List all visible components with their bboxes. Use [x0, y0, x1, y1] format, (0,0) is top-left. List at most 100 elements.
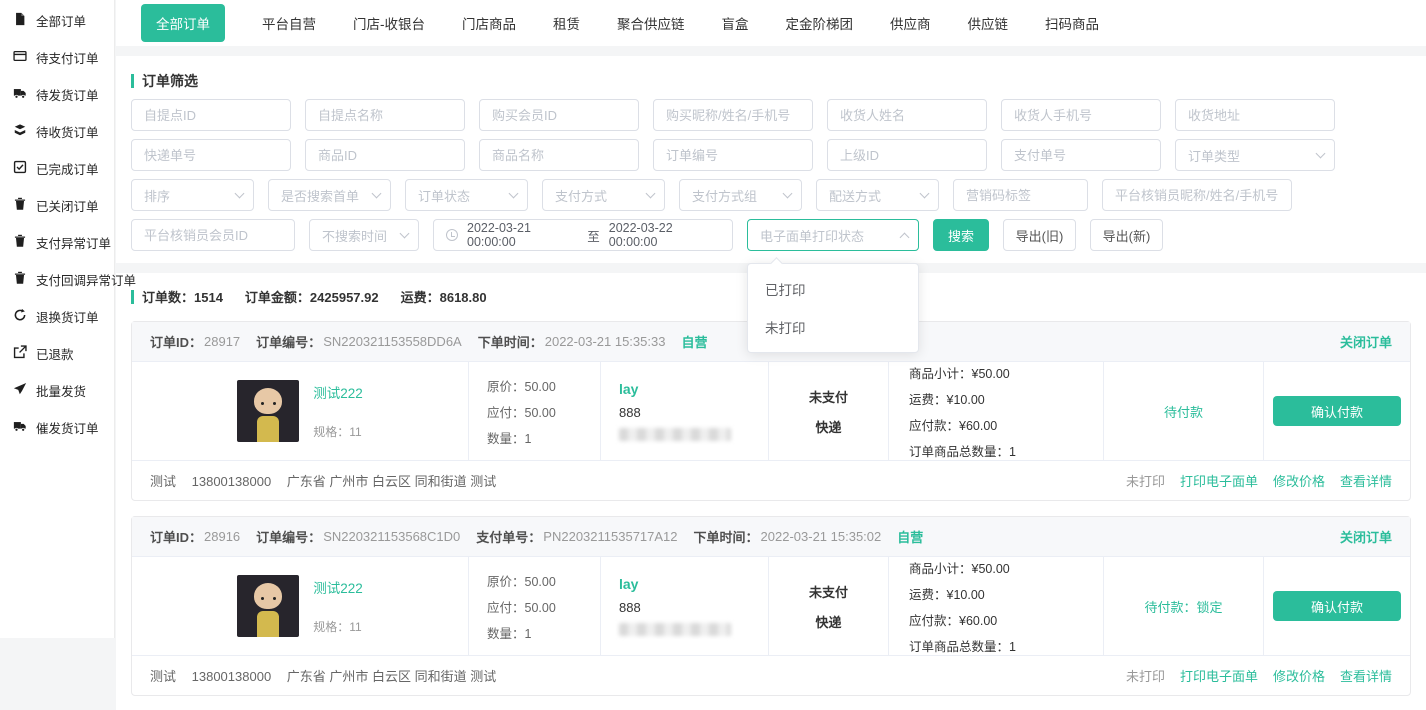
- parent-id-input[interactable]: [827, 139, 987, 171]
- sidebar-item-return-exchange[interactable]: 退换货订单: [0, 298, 114, 335]
- pay-state: 未支付: [809, 582, 848, 601]
- sidebar-item-pending-shipment[interactable]: 待发货订单: [0, 76, 114, 113]
- delivery-method-select[interactable]: 配送方式: [816, 179, 939, 211]
- sort-select-value: 排序: [144, 186, 170, 205]
- tab-deposit-ladder-group[interactable]: 定金阶梯团: [786, 13, 854, 33]
- close-order-link[interactable]: 关闭订单: [1340, 527, 1392, 546]
- modify-price-link[interactable]: 修改价格: [1273, 666, 1325, 685]
- sort-select[interactable]: 排序: [131, 179, 254, 211]
- footer-actions: 未打印 打印电子面单 修改价格 查看详情: [1126, 666, 1392, 685]
- trash-icon: [13, 197, 27, 214]
- confirm-payment-button[interactable]: 确认付款: [1273, 396, 1401, 426]
- goods-id-input[interactable]: [305, 139, 465, 171]
- tab-all-orders[interactable]: 全部订单: [141, 4, 225, 42]
- order-type-select-value: 订单类型: [1188, 146, 1240, 165]
- tab-aggregate-supply-chain[interactable]: 聚合供应链: [617, 13, 685, 33]
- platform-verifier-member-id-input[interactable]: [131, 219, 295, 251]
- tab-store-goods[interactable]: 门店商品: [462, 13, 516, 33]
- sidebar-item-payment-exception[interactable]: 支付异常订单: [0, 224, 114, 261]
- sidebar-item-label: 催发货订单: [36, 418, 99, 437]
- tab-rental[interactable]: 租赁: [553, 13, 580, 33]
- checkbox-icon: [13, 160, 27, 177]
- stat-freight: 运费：8618.80: [401, 287, 487, 306]
- sidebar-item-pending-payment[interactable]: 待支付订单: [0, 39, 114, 76]
- no-search-time-select[interactable]: 不搜索时间: [309, 219, 419, 251]
- sidebar-item-batch-shipment[interactable]: 批量发货: [0, 372, 114, 409]
- view-detail-link[interactable]: 查看详情: [1340, 471, 1392, 490]
- chevron-down-icon: [372, 189, 382, 199]
- sidebar-item-pending-receipt[interactable]: 待收货订单: [0, 113, 114, 150]
- pickup-point-id-input[interactable]: [131, 99, 291, 131]
- receiver-address-input[interactable]: [1175, 99, 1335, 131]
- pay-method-group-select[interactable]: 支付方式组: [679, 179, 802, 211]
- buyer-nickname-input[interactable]: [653, 99, 813, 131]
- dropdown-option-printed[interactable]: 已打印: [748, 270, 918, 308]
- date-end-value: 2022-03-22 00:00:00: [609, 221, 720, 249]
- order-status-select[interactable]: 订单状态: [405, 179, 528, 211]
- tab-platform-self[interactable]: 平台自营: [262, 13, 316, 33]
- goods-subtotal: 商品小计：¥50.00: [909, 363, 1103, 382]
- address-name: 测试: [150, 474, 176, 489]
- address-phone: 13800138000: [192, 474, 272, 489]
- tab-supply-chain[interactable]: 供应链: [968, 13, 1009, 33]
- order-no-input[interactable]: [653, 139, 813, 171]
- close-order-link[interactable]: 关闭订单: [1340, 332, 1392, 351]
- receiver-phone-input[interactable]: [1001, 99, 1161, 131]
- confirm-payment-button[interactable]: 确认付款: [1273, 591, 1401, 621]
- buyer-name[interactable]: lay: [619, 381, 768, 397]
- pay-state: 未支付: [809, 387, 848, 406]
- tab-blind-box[interactable]: 盲盒: [722, 13, 749, 33]
- pickup-point-name-input[interactable]: [305, 99, 465, 131]
- chevron-down-icon: [1316, 149, 1326, 159]
- sidebar-item-urge-shipment[interactable]: 催发货订单: [0, 409, 114, 446]
- goods-subtotal: 商品小计：¥50.00: [909, 558, 1103, 577]
- truck-icon: [13, 86, 27, 103]
- tab-scan-goods[interactable]: 扫码商品: [1045, 13, 1099, 33]
- buyer-id: 888: [619, 405, 768, 420]
- tab-store-cashier[interactable]: 门店-收银台: [353, 13, 425, 33]
- order-id-label: 订单ID：: [150, 527, 202, 546]
- sidebar-item-payment-callback-exception[interactable]: 支付回调异常订单: [0, 261, 114, 298]
- no-search-time-select-value: 不搜索时间: [322, 226, 387, 245]
- order-status-column: 待付款：锁定: [1103, 557, 1263, 655]
- product-name-link[interactable]: 测试222: [313, 382, 363, 402]
- dropdown-option-unprinted[interactable]: 未打印: [748, 308, 918, 346]
- export-new-button[interactable]: 导出(新): [1090, 219, 1163, 251]
- goods-name-input[interactable]: [479, 139, 639, 171]
- date-range-picker[interactable]: 2022-03-21 00:00:00 至 2022-03-22 00:00:0…: [433, 219, 733, 251]
- marketing-code-input[interactable]: [953, 179, 1088, 211]
- sidebar-item-completed[interactable]: 已完成订单: [0, 150, 114, 187]
- buyer-name[interactable]: lay: [619, 576, 768, 592]
- product-name-link[interactable]: 测试222: [313, 577, 363, 597]
- sidebar-item-closed[interactable]: 已关闭订单: [0, 187, 114, 224]
- export-old-button[interactable]: 导出(旧): [1003, 219, 1076, 251]
- modify-price-link[interactable]: 修改价格: [1273, 471, 1325, 490]
- ship-type: 快递: [815, 612, 841, 631]
- sidebar-item-refunded[interactable]: 已退款: [0, 335, 114, 372]
- view-detail-link[interactable]: 查看详情: [1340, 666, 1392, 685]
- search-button[interactable]: 搜索: [933, 219, 989, 251]
- trash-icon: [13, 234, 27, 251]
- product-column: 测试222 规格：11: [132, 362, 468, 460]
- first-order-select[interactable]: 是否搜索首单: [268, 179, 391, 211]
- order-type-select[interactable]: 订单类型: [1175, 139, 1335, 171]
- buyer-member-id-input[interactable]: [479, 99, 639, 131]
- shipping-address: 测试 13800138000 广东省 广州市 白云区 同和街道 测试: [150, 471, 508, 490]
- eshipping-print-status-select[interactable]: 电子面单打印状态 已打印 未打印: [747, 219, 919, 251]
- sidebar-item-all-orders[interactable]: 全部订单: [0, 2, 114, 39]
- payment-no-input[interactable]: [1001, 139, 1161, 171]
- filter-title-text: 订单筛选: [142, 71, 198, 91]
- pay-method-select[interactable]: 支付方式: [542, 179, 665, 211]
- print-state: 未打印: [1126, 471, 1165, 490]
- print-eshipping-link[interactable]: 打印电子面单: [1180, 666, 1258, 685]
- order-id-value: 28916: [204, 529, 240, 544]
- accent-bar: [131, 290, 134, 304]
- print-eshipping-link[interactable]: 打印电子面单: [1180, 471, 1258, 490]
- chevron-up-icon: [900, 232, 910, 242]
- date-start-value: 2022-03-21 00:00:00: [467, 221, 578, 249]
- tab-supplier[interactable]: 供应商: [890, 13, 931, 33]
- express-no-input[interactable]: [131, 139, 291, 171]
- receiver-name-input[interactable]: [827, 99, 987, 131]
- order-status-select-value: 订单状态: [418, 186, 470, 205]
- platform-verifier-nickname-input[interactable]: [1102, 179, 1292, 211]
